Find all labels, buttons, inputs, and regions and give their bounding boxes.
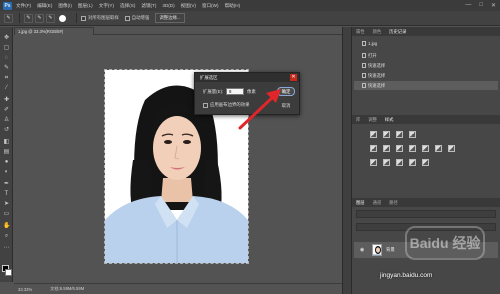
document-icon bbox=[362, 53, 366, 58]
black-white-icon[interactable] bbox=[409, 145, 416, 152]
posterize-icon[interactable] bbox=[383, 159, 390, 166]
history-item-label: 快速选择 bbox=[368, 62, 386, 68]
invert-icon[interactable] bbox=[370, 159, 377, 166]
tab-styles[interactable]: 样式 bbox=[385, 117, 394, 123]
tab-properties[interactable]: 属性 bbox=[356, 29, 365, 35]
adjustment-icons-row-1 bbox=[370, 131, 416, 138]
photoshop-window: Ps 文件(F) 编辑(E) 图像(I) 图层(L) 文字(Y) 选择(S) 滤… bbox=[0, 0, 500, 294]
quick-select-icon bbox=[362, 83, 366, 88]
quick-select-icon bbox=[362, 63, 366, 68]
site-watermark: jingyan.baidu.com bbox=[380, 272, 433, 279]
document-info: 文档:6.59M/6.59M bbox=[50, 286, 85, 291]
layer-filter-bar[interactable] bbox=[356, 210, 496, 218]
layer-name: 背景 bbox=[386, 247, 395, 252]
brightness-contrast-icon[interactable] bbox=[370, 131, 377, 138]
hue-saturation-icon[interactable] bbox=[383, 145, 390, 152]
photo-filter-icon[interactable] bbox=[422, 145, 429, 152]
history-item[interactable]: 打开 bbox=[354, 51, 498, 60]
history-item-label: 快速选择 bbox=[368, 72, 386, 78]
eye-icon[interactable]: ◉ bbox=[360, 247, 364, 253]
tab-color[interactable]: 颜色 bbox=[373, 29, 382, 35]
vibrance-icon[interactable] bbox=[370, 145, 377, 152]
gradient-map-icon[interactable] bbox=[409, 159, 416, 166]
curves-icon[interactable] bbox=[396, 131, 403, 138]
adjustments-panel-tabs: 库 调整 样式 bbox=[352, 115, 500, 124]
status-bar: 33.33% 文档:6.59M/6.59M bbox=[14, 283, 342, 294]
zoom-level[interactable]: 33.33% bbox=[18, 287, 32, 292]
snapshot-icon bbox=[362, 41, 366, 46]
selective-color-icon[interactable] bbox=[422, 159, 429, 166]
snapshot-label: 1.jpg bbox=[368, 41, 378, 46]
levels-icon[interactable] bbox=[383, 131, 390, 138]
exposure-icon[interactable] bbox=[409, 131, 416, 138]
tab-history[interactable]: 历史记录 bbox=[389, 29, 406, 35]
history-panel-tabs: 属性 颜色 历史记录 bbox=[352, 27, 500, 36]
threshold-icon[interactable] bbox=[396, 159, 403, 166]
layers-panel-tabs: 图层 通道 路径 bbox=[352, 198, 500, 207]
panel-dock-strip bbox=[342, 27, 352, 294]
history-snapshot[interactable]: 1.jpg bbox=[354, 39, 498, 48]
layer-thumbnail bbox=[372, 244, 382, 256]
history-item[interactable]: 快速选择 bbox=[354, 71, 498, 80]
tab-adjustments[interactable]: 调整 bbox=[368, 117, 377, 123]
adjustment-icons-row-3 bbox=[370, 159, 429, 166]
thumbnail-image bbox=[373, 245, 381, 255]
history-item[interactable]: 快速选择 bbox=[354, 61, 498, 70]
color-lookup-icon[interactable] bbox=[448, 145, 455, 152]
history-item-label: 打开 bbox=[368, 52, 377, 58]
tab-layers[interactable]: 图层 bbox=[356, 200, 365, 206]
tab-paths[interactable]: 路径 bbox=[389, 200, 398, 206]
tab-channels[interactable]: 通道 bbox=[373, 200, 382, 206]
history-item-selected[interactable]: 快速选择 bbox=[354, 81, 498, 90]
history-item-label: 快速选择 bbox=[368, 82, 386, 88]
channel-mixer-icon[interactable] bbox=[435, 145, 442, 152]
tab-libraries[interactable]: 库 bbox=[356, 117, 360, 123]
adjustment-icons-row-2 bbox=[370, 145, 455, 152]
quick-select-icon bbox=[362, 73, 366, 78]
baidu-watermark-logo: Baidu 经验 bbox=[405, 226, 485, 260]
color-balance-icon[interactable] bbox=[396, 145, 403, 152]
arrow-shaft bbox=[238, 94, 276, 130]
